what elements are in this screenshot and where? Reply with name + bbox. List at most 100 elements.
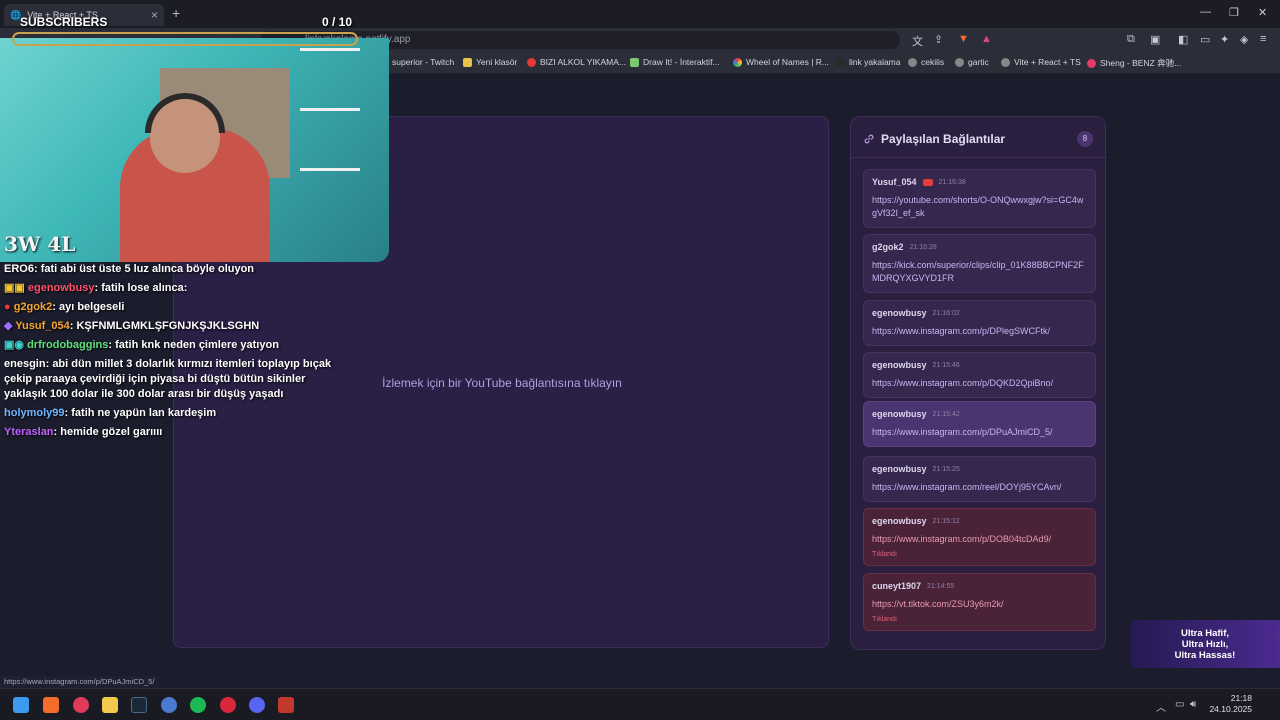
chat-user: Yusuf_054 [15,320,70,332]
translate-icon[interactable]: 文 [912,33,923,49]
sidebar-icon[interactable]: ◧ [1178,33,1188,46]
bookmark-item[interactable]: Sheng - BENZ 奔驰... [1087,57,1181,69]
maximize-icon[interactable]: ❐ [1229,6,1239,19]
minimize-icon[interactable]: — [1200,6,1211,18]
bookmark-item[interactable]: cekilis [908,57,944,67]
chat-user: egenowbusy [27,282,95,294]
play-icon [836,57,845,67]
share-icon[interactable]: ⇪ [934,33,943,46]
app-icon[interactable] [161,697,177,713]
benz-icon [1087,58,1096,68]
leo-ai-icon[interactable]: ✦ [1220,33,1229,46]
windows-taskbar: ︿ ▭ 🔊︎ 21:18 24.10.2025 [0,688,1280,720]
clicked-tag: Tıklandı [872,551,897,558]
bookmark-item[interactable]: Wheel of Names | R... [733,57,829,67]
link-card[interactable]: Yusuf_054 21:16:38 https://youtube.com/sh… [863,169,1096,228]
card-time: 21:14:55 [927,582,955,590]
volume-icon[interactable]: 🔊︎ [1190,699,1196,710]
chat-user: Yteraslan [4,426,54,438]
chat-message: ◆ Yusuf_054: KŞFNMLGMKLŞFGNJKŞJKLSGHN [4,320,260,332]
chat-message: ▣▣ egenowbusy: fatih lose alınca: [4,282,188,294]
card-time: 21:15:12 [932,517,960,525]
link-card-clicked[interactable]: egenowbusy 21:15:12 https://www.instagram… [863,508,1096,566]
network-icon[interactable]: ▭ [1175,699,1184,710]
close-window-icon[interactable]: ✕ [1258,6,1267,19]
badge-icon: ● [4,301,11,313]
bookmark-item[interactable]: BIZI ALKOL YIKAMA... [527,57,626,67]
bookmark-item[interactable]: Yeni klasör [463,57,517,67]
system-clock[interactable]: 21:18 24.10.2025 [1209,693,1252,715]
link-card[interactable]: g2gok2 21:16:28 https://kick.com/superior… [863,234,1096,293]
card-time: 21:16:28 [909,243,937,251]
pencil-icon [630,57,639,67]
webcam-feed: 3W 4L [0,38,389,262]
brave-browser-icon[interactable] [43,697,59,713]
card-url[interactable]: https://vt.tiktok.com/ZSU3y6m2k/ [872,598,1087,611]
tab-search-icon[interactable]: ▣ [1150,33,1160,46]
file-explorer-icon[interactable] [102,697,118,713]
app-icon[interactable] [220,697,236,713]
link-card-hovered[interactable]: egenowbusy 21:15:42 https://www.instagram… [863,401,1096,447]
card-user: egenowbusy [872,308,927,318]
clicked-tag: Tıklandı [872,616,897,623]
card-url[interactable]: https://youtube.com/shorts/O-ONQwwxgjw?s… [872,194,1087,220]
card-user: egenowbusy [872,409,927,419]
panel-header: Paylaşılan Bağlantılar 8 [863,129,1095,149]
globe-icon [1001,57,1010,67]
panel-title: Paylaşılan Bağlantılar [881,132,1006,146]
link-card-clicked[interactable]: cuneyt1907 21:14:55 https://vt.tiktok.com… [863,573,1096,631]
ad-line: Ultra Hassas! [1174,650,1236,661]
chat-text: fatih lose alınca: [101,282,188,294]
chat-user: ERO6 [4,263,34,275]
card-url[interactable]: https://www.instagram.com/p/DPuAJmiCD_5/ [872,426,1087,439]
card-url[interactable]: https://kick.com/superior/clips/clip_01K… [872,259,1087,285]
status-bar-url: https://www.instagram.com/p/DPuAJmiCD_5/ [0,676,159,688]
shelf [300,108,360,111]
spotify-icon[interactable] [190,697,206,713]
maps-pin-icon[interactable] [73,697,89,713]
chat-message: ▣◉ drfrodobaggins: fatih knk neden çimle… [4,339,279,351]
brave-rewards-icon[interactable]: ▲ [981,33,992,45]
bookmark-item[interactable]: Draw It! - İnteraktif... [630,57,720,67]
new-tab-icon[interactable]: + [172,5,180,21]
chat-user: enesgin [4,358,46,370]
link-card[interactable]: egenowbusy 21:15:25 https://www.instagram… [863,456,1096,502]
badge-icon: ▣▣ [4,282,25,294]
link-card[interactable]: egenowbusy 21:15:46 https://www.instagram… [863,352,1096,398]
divider [851,157,1107,158]
subscribers-count: 0 / 10 [322,15,353,29]
link-card[interactable]: egenowbusy 21:16:02 https://www.instagram… [863,300,1096,346]
brave-shield-icon[interactable]: ▼ [958,33,969,45]
bookmark-item[interactable]: Vite + React + TS [1001,57,1081,67]
bookmark-item[interactable]: superior - Twitch [392,57,454,67]
close-tab-icon[interactable]: × [151,8,158,22]
card-user: cuneyt1907 [872,581,922,591]
extensions-icon[interactable]: ⧉ [1127,33,1135,46]
discord-icon[interactable] [249,697,265,713]
wallet-icon[interactable]: ▭ [1200,33,1210,46]
card-time: 21:16:02 [932,309,960,317]
vpn-icon[interactable]: ◈ [1240,33,1248,46]
subscribers-label: SUBSCRIBERS [20,15,108,29]
app-icon[interactable] [278,697,294,713]
ad-line: Ultra Hızlı, [1181,639,1229,650]
tray-chevron-icon[interactable]: ︿ [1156,699,1166,714]
windows-start-icon[interactable] [13,697,29,713]
card-url[interactable]: https://www.instagram.com/reel/DOYj95YCA… [872,481,1087,494]
globe-icon [908,57,917,67]
bookmark-item[interactable]: link yakalama [836,57,901,67]
browser-tabbar: 🌐 Vite + React + TS × + — ❐ ✕ [0,0,1280,28]
card-url[interactable]: https://www.instagram.com/p/DPlegSWCFtk/ [872,325,1087,338]
chat-text: fatih knk neden çimlere yatıyon [115,339,279,351]
card-url[interactable]: https://www.instagram.com/p/DOB04tcDAd9/ [872,533,1087,546]
subscriber-progress-bar [12,32,358,46]
card-user: egenowbusy [872,464,927,474]
steam-icon[interactable] [131,697,147,713]
clock-time: 21:18 [1230,693,1252,703]
menu-icon[interactable]: ≡ [1260,33,1266,45]
chat-message: ● g2gok2: ayı belgeseli [4,301,125,313]
bookmark-item[interactable]: gartic [955,57,989,67]
clock-date: 24.10.2025 [1209,704,1252,714]
card-time: 21:15:42 [932,410,960,418]
card-url[interactable]: https://www.instagram.com/p/DQKD2QpiBno/ [872,377,1087,390]
